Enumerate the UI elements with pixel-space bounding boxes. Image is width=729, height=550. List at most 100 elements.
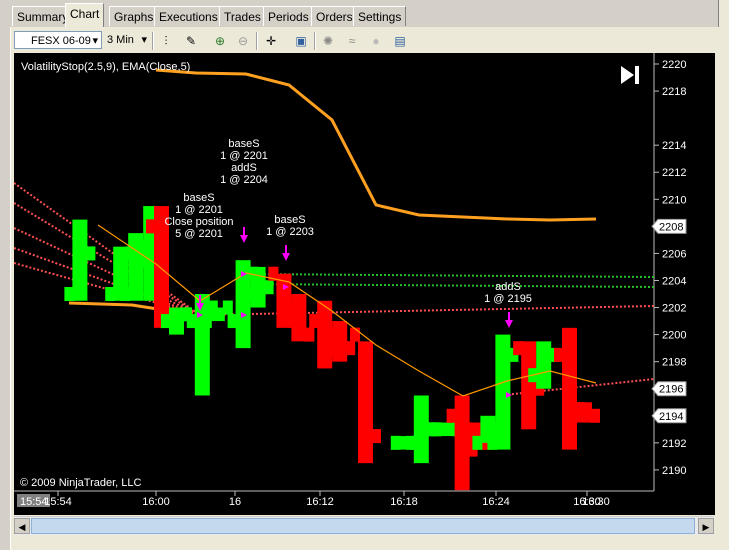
- sell-arrow-icon: [285, 245, 287, 253]
- bar-open-tick: [487, 435, 498, 450]
- price-chart[interactable]: baseS1 @ 2201Close position5 @ 2201baseS…: [14, 53, 715, 515]
- price-bar[interactable]: [72, 219, 88, 301]
- data-box-icon[interactable]: ▤: [391, 32, 409, 50]
- price-bar[interactable]: [194, 294, 210, 396]
- instrument-label: FESX 06-09: [31, 35, 91, 47]
- toolbar-separator: [314, 32, 316, 50]
- bar-open-tick: [554, 347, 564, 362]
- price-tick-label: 2206: [662, 248, 686, 260]
- bar-open-tick: [350, 327, 360, 342]
- time-tick-label: 16:24: [482, 496, 510, 508]
- price-bar[interactable]: [521, 341, 537, 430]
- price-badge-label: 2208: [659, 221, 683, 233]
- execution-annotation: 1 @ 2201: [175, 204, 223, 216]
- bar-open-tick: [309, 314, 320, 329]
- sell-arrow-icon: [508, 312, 510, 320]
- price-bar[interactable]: [209, 307, 225, 322]
- horizontal-scrollbar[interactable]: ◀ ▶: [14, 516, 714, 535]
- tab-trades[interactable]: Trades: [219, 6, 266, 26]
- interval-label: 3 Min: [107, 34, 134, 46]
- bar-chart-icon[interactable]: ⫶: [157, 32, 175, 50]
- bar-open-tick: [146, 219, 156, 234]
- tab-graphs[interactable]: Graphs: [109, 6, 159, 26]
- price-bar[interactable]: [439, 422, 455, 437]
- zoom-out-icon[interactable]: ⊖: [234, 32, 252, 50]
- price-bar[interactable]: [358, 341, 373, 464]
- chart-toolbar: FESX 06-09 ▾ 3 Min ▾ ⫶ ✎ ⊕ ⊖ ✛ ▣ ✺ ≈ ● ▤: [12, 29, 716, 53]
- execution-annotation: Close position: [164, 216, 233, 228]
- price-tick-label: 2204: [662, 275, 686, 287]
- instrument-selector[interactable]: FESX 06-09 ▾: [14, 31, 102, 49]
- price-tick-label: 2190: [662, 465, 686, 477]
- execution-annotation: baseS: [183, 192, 214, 204]
- bar-open-tick: [513, 341, 524, 356]
- bar-close-tick: [371, 429, 381, 444]
- strategy-icon[interactable]: ✺: [319, 32, 337, 50]
- zoom-in-icon[interactable]: ⊕: [211, 32, 229, 50]
- bar-open-tick: [105, 287, 116, 302]
- price-bar[interactable]: [169, 307, 184, 335]
- bar-open-tick: [186, 314, 197, 329]
- bar-open-tick: [390, 435, 401, 450]
- time-tick-label: 16:00: [142, 496, 170, 508]
- indicator-label: VolatilityStop(2.5,9), EMA(Close,5): [21, 61, 190, 73]
- bar-open-tick: [472, 435, 483, 450]
- bar-open-tick: [324, 327, 335, 342]
- price-tick-label: 2210: [662, 194, 686, 206]
- price-bar[interactable]: [495, 334, 511, 450]
- scroll-left-arrow-icon[interactable]: ◀: [14, 518, 30, 534]
- refresh-icon[interactable]: ●: [367, 32, 385, 50]
- tab-orders[interactable]: Orders: [311, 6, 358, 26]
- sell-arrow-icon: [243, 227, 245, 235]
- chevron-down-icon: ▾: [92, 35, 98, 47]
- price-badge-label: 2196: [659, 384, 683, 396]
- indicator-icon[interactable]: ≈: [343, 32, 361, 50]
- price-tick-label: 2214: [662, 140, 686, 152]
- execution-annotation: 1 @ 2195: [484, 293, 532, 305]
- bar-open-tick: [283, 300, 294, 315]
- price-bar[interactable]: [332, 321, 348, 362]
- interval-selector[interactable]: 3 Min ▾: [105, 31, 149, 49]
- execution-annotation: addS: [495, 281, 521, 293]
- bar-close-tick: [85, 246, 96, 261]
- time-tick-label: 16:18: [390, 496, 418, 508]
- price-tick-label: 2198: [662, 357, 686, 369]
- tab-settings[interactable]: Settings: [353, 6, 407, 26]
- crosshair-icon[interactable]: ✛: [262, 32, 280, 50]
- bar-open-tick: [161, 314, 171, 329]
- toolbar-separator: [256, 32, 258, 50]
- scroll-right-arrow-icon[interactable]: ▶: [698, 518, 714, 534]
- execution-annotation: 1 @ 2203: [266, 226, 314, 238]
- price-badge-label: 2194: [659, 411, 683, 423]
- bar-close-tick: [263, 280, 274, 295]
- tab-chart[interactable]: Chart: [65, 3, 105, 27]
- price-bar[interactable]: [454, 395, 470, 491]
- tab-executions[interactable]: Executions: [154, 6, 223, 26]
- bar-open-tick: [569, 402, 579, 417]
- time-tick-label: 16:12: [306, 496, 334, 508]
- time-tick-label: 16:30: [582, 496, 610, 508]
- pencil-icon[interactable]: ✎: [182, 32, 200, 50]
- toolbar-separator: [152, 32, 154, 50]
- bar-open-tick: [461, 422, 472, 437]
- sell-arrow-icon: [199, 295, 201, 303]
- price-bar[interactable]: [250, 266, 266, 308]
- price-bar[interactable]: [291, 294, 307, 342]
- price-bar[interactable]: [562, 327, 577, 450]
- chevron-down-icon: ▾: [141, 34, 147, 46]
- copyright-label: © 2009 NinjaTrader, LLC: [20, 477, 141, 489]
- tab-periods[interactable]: Periods: [263, 6, 314, 26]
- bar-open-tick: [405, 435, 416, 450]
- price-bar[interactable]: [577, 402, 592, 423]
- execution-annotation: 1 @ 2204: [220, 174, 268, 186]
- execution-annotation: baseS: [228, 138, 259, 150]
- scrollbar-thumb[interactable]: [31, 518, 695, 534]
- execution-annotation: 5 @ 2201: [175, 228, 223, 240]
- tab-strip: Summary Chart Graphs Executions Trades P…: [0, 0, 729, 28]
- price-bar[interactable]: [536, 341, 552, 389]
- properties-icon[interactable]: ▣: [292, 32, 310, 50]
- price-bar[interactable]: [413, 395, 429, 464]
- price-tick-label: 2218: [662, 86, 686, 98]
- bar-close-tick: [304, 327, 315, 342]
- bar-open-tick: [242, 287, 253, 302]
